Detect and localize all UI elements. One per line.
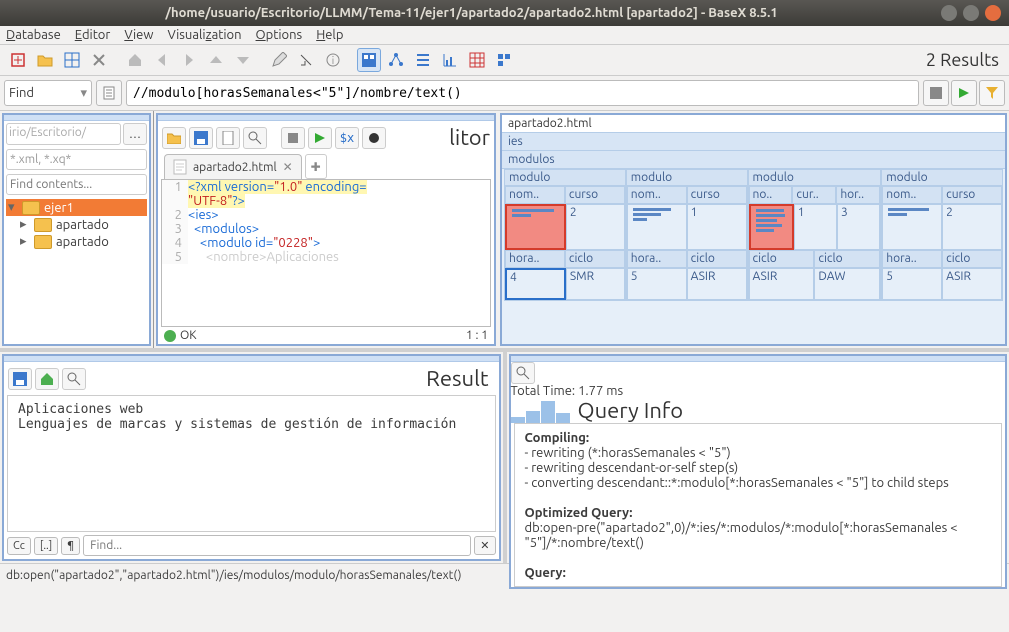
bottom-panels: Result Aplicaciones web Lenguajes de mar… (0, 348, 1009, 563)
folder-view-button[interactable] (411, 48, 435, 72)
viz-file[interactable]: apartado2.html (502, 115, 1005, 133)
menu-options[interactable]: Options (256, 28, 303, 42)
home-button[interactable] (123, 48, 147, 72)
result-para-button[interactable]: ¶ (61, 537, 80, 555)
result-find-input[interactable] (83, 535, 471, 556)
editor-search-button[interactable] (243, 127, 267, 149)
menu-editor[interactable]: Editor (75, 28, 111, 42)
viz-module-grid: modulo nom..curso 2 hora..ciclo 4SMR mod… (502, 169, 1005, 301)
editor-open-button[interactable] (162, 127, 186, 149)
edit-button[interactable] (267, 48, 291, 72)
menu-help[interactable]: Help (316, 28, 343, 42)
project-tree[interactable]: ▾ejer1 ▸apartado ▸apartado (4, 197, 149, 344)
menubar: DDatabaseatabase Editor View Visualizati… (0, 26, 1009, 45)
history-button[interactable] (96, 80, 122, 106)
status-ok-icon (164, 330, 176, 342)
result-label: Result (426, 366, 494, 391)
table-view-button[interactable] (465, 48, 489, 72)
queryinfo-panel: Total Time: 1.77 ms Query Info Compiling… (507, 352, 1009, 563)
viz-module[interactable]: modulo nom..curso 2 hora..ciclo 4SMR (504, 169, 626, 301)
back-button[interactable] (150, 48, 174, 72)
viz-root[interactable]: ies (502, 133, 1005, 151)
info-button[interactable]: i (321, 48, 345, 72)
editor-title: litor (449, 125, 490, 150)
queryinfo-search-button[interactable] (511, 362, 535, 384)
result-save-button[interactable] (8, 368, 32, 390)
viz-module[interactable]: modulo no..cur..hor.. 13 ciclociclo ASIR… (748, 169, 882, 301)
project-content-filter[interactable] (6, 174, 147, 195)
split-button[interactable] (294, 48, 318, 72)
window-title: /home/usuario/Escritorio/LLMM/Tema-11/ej… (8, 6, 935, 20)
results-count-label: 2 Results (926, 50, 1003, 70)
viz-module[interactable]: modulo nom..curso 1 hora..ciclo 5ASIR (626, 169, 748, 301)
code-editor[interactable]: 1<?xml version="1.0" encoding= "UTF-8"?>… (161, 179, 491, 327)
cursor-position: 1 : 1 (466, 329, 488, 342)
project-panel: irio/Escritorio/ … ▾ejer1 ▸apartado ▸apa… (0, 111, 154, 348)
tree-item-ejer1[interactable]: ▾ejer1 (6, 199, 147, 216)
visualization-panel: apartado2.html ies modulos modulo nom..c… (498, 111, 1009, 348)
tab-close-icon[interactable]: ✕ (283, 160, 293, 174)
open-button[interactable] (33, 48, 57, 72)
query-bar: Find▾ (0, 76, 1009, 111)
viz-module[interactable]: modulo nom..curso 2 hora..ciclo 5ASIR (881, 169, 1003, 301)
project-path-more-button[interactable]: … (123, 123, 147, 145)
up-button[interactable] (204, 48, 228, 72)
window-minimize-button[interactable] (941, 5, 957, 21)
map-view-button[interactable] (357, 48, 381, 72)
file-icon (173, 159, 187, 175)
editor-save-button[interactable] (189, 127, 213, 149)
result-text[interactable]: Aplicaciones web Lenguajes de marcas y s… (7, 395, 496, 532)
project-ext-filter[interactable] (6, 149, 147, 170)
timing-sparkline (511, 399, 570, 423)
new-db-button[interactable] (6, 48, 30, 72)
tab-add-button[interactable]: ✚ (305, 154, 327, 179)
tree-item-apartado2[interactable]: ▸apartado (6, 233, 147, 250)
result-search-button[interactable] (62, 368, 86, 390)
tree-item-apartado1[interactable]: ▸apartado (6, 216, 147, 233)
statusbar-path: db:open("apartado2","apartado2.html")/ie… (6, 569, 462, 582)
query-mode-combo[interactable]: Find▾ (4, 80, 92, 106)
result-home-button[interactable] (35, 368, 59, 390)
editor-debug-button[interactable] (362, 127, 386, 149)
grid-button[interactable] (60, 48, 84, 72)
project-path[interactable]: irio/Escritorio/ (6, 123, 121, 145)
menu-view[interactable]: View (124, 28, 153, 42)
status-ok-label: OK (180, 329, 197, 342)
window-close-button[interactable] (985, 5, 1001, 21)
run-button[interactable] (951, 80, 977, 106)
main-area: irio/Escritorio/ … ▾ejer1 ▸apartado ▸apa… (0, 111, 1009, 348)
result-find-clear-button[interactable]: ✕ (474, 536, 495, 555)
result-panel: Result Aplicaciones web Lenguajes de mar… (0, 352, 507, 563)
editor-tab-label: apartado2.html (193, 161, 277, 174)
stop-button[interactable] (923, 80, 949, 106)
queryinfo-text[interactable]: Compiling: - rewriting (*:horasSemanales… (514, 423, 1003, 587)
window-maximize-button[interactable] (963, 5, 979, 21)
filter-button[interactable] (979, 80, 1005, 106)
editor-tab[interactable]: apartado2.html ✕ (164, 154, 302, 179)
editor-panel: $x litor apartado2.html ✕ ✚ 1<?xml versi… (154, 111, 498, 348)
delete-button[interactable] (87, 48, 111, 72)
plot-view-button[interactable] (438, 48, 462, 72)
xquery-input[interactable] (126, 80, 919, 106)
menu-visualization[interactable]: Visualization (167, 28, 241, 42)
tree-view-button[interactable] (384, 48, 408, 72)
result-regex-button[interactable]: [..] (34, 537, 58, 555)
main-toolbar: i 2 Results (0, 45, 1009, 76)
result-case-button[interactable]: Cc (7, 537, 31, 555)
editor-stop-button[interactable] (281, 127, 305, 149)
viz-modulos[interactable]: modulos (502, 151, 1005, 169)
total-time-label: Total Time: 1.77 ms (511, 384, 624, 398)
menu-database[interactable]: DDatabaseatabase (6, 28, 61, 42)
queryinfo-label: Query Info (578, 398, 690, 423)
forward-button[interactable] (177, 48, 201, 72)
window-titlebar: /home/usuario/Escritorio/LLMM/Tema-11/ej… (0, 0, 1009, 26)
editor-history-button[interactable] (216, 127, 240, 149)
editor-run-button[interactable] (308, 127, 332, 149)
explorer-view-button[interactable] (492, 48, 516, 72)
svg-text:i: i (332, 55, 334, 66)
editor-vars-button[interactable]: $x (335, 127, 359, 149)
down-button[interactable] (231, 48, 255, 72)
